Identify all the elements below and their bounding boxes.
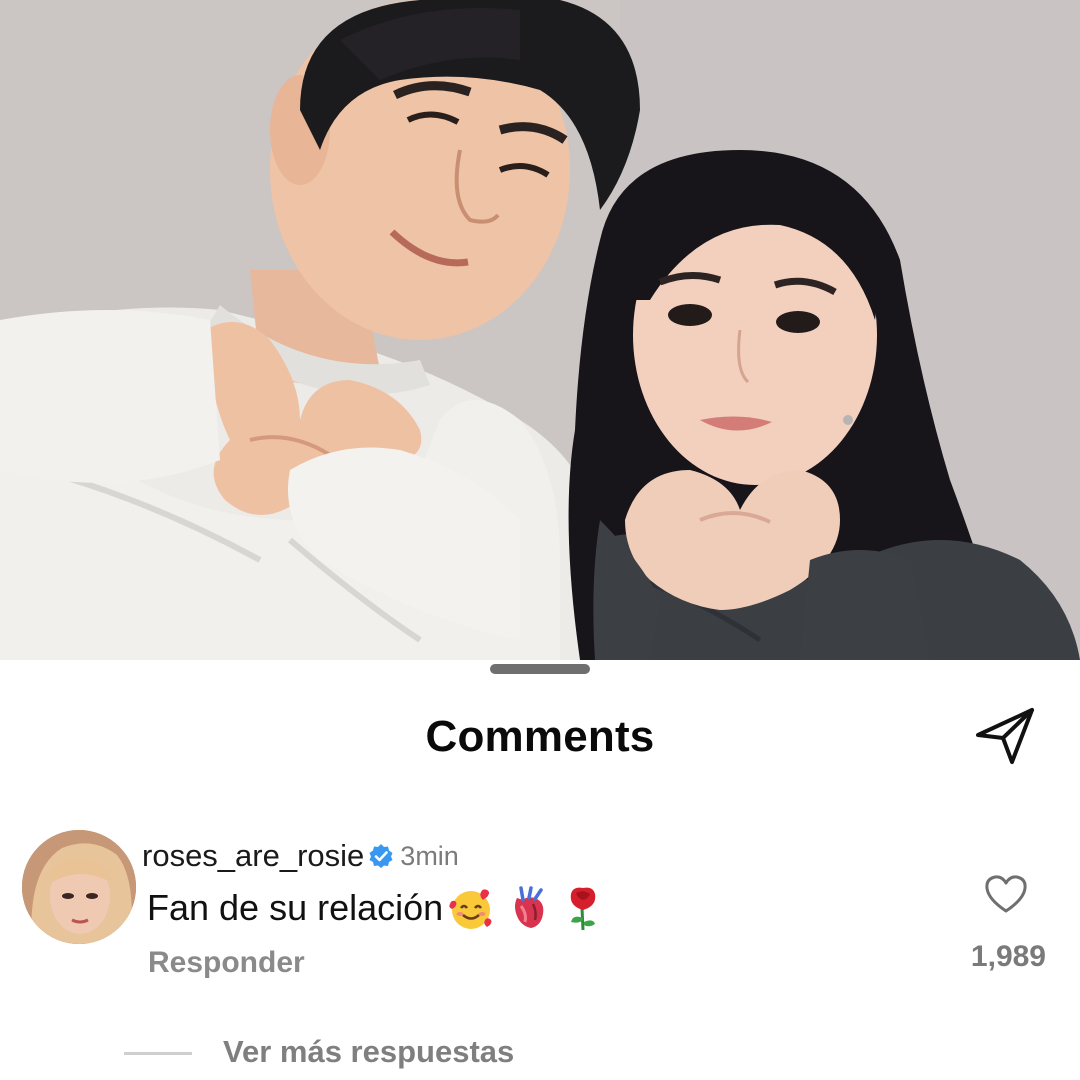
heart-icon[interactable] <box>984 874 1028 914</box>
like-count: 1,989 <box>970 940 1046 973</box>
paper-plane-icon[interactable] <box>972 702 1038 768</box>
rose-icon <box>570 887 596 931</box>
anatomical-heart-icon <box>515 886 544 928</box>
post-photo <box>0 0 1080 660</box>
smiling-face-with-hearts-icon <box>449 889 492 929</box>
comments-sheet: Comments roses_are_rosie 3min Fan de su … <box>0 660 1080 1080</box>
verified-badge-icon <box>369 844 393 868</box>
avatar[interactable] <box>22 830 136 944</box>
comment-timestamp: 3min <box>400 840 459 871</box>
view-more-replies-button[interactable]: Ver más respuestas <box>223 1034 514 1070</box>
avatar-image <box>22 830 136 944</box>
comment-header: roses_are_rosie 3min <box>142 836 459 876</box>
comments-title: Comments <box>425 712 655 761</box>
view-replies-divider <box>124 1052 192 1055</box>
comment-body: Fan de su relación <box>147 884 607 932</box>
couple-photo-illustration <box>0 0 1080 660</box>
reply-button[interactable]: Responder <box>148 946 305 980</box>
sheet-grabber-handle[interactable] <box>490 664 590 674</box>
comment-text: Fan de su relación <box>147 887 444 928</box>
comment-username[interactable]: roses_are_rosie <box>142 838 364 874</box>
